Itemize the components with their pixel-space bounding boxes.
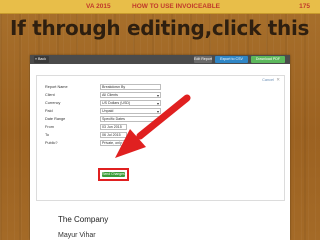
- red-arrow-icon: [115, 94, 191, 158]
